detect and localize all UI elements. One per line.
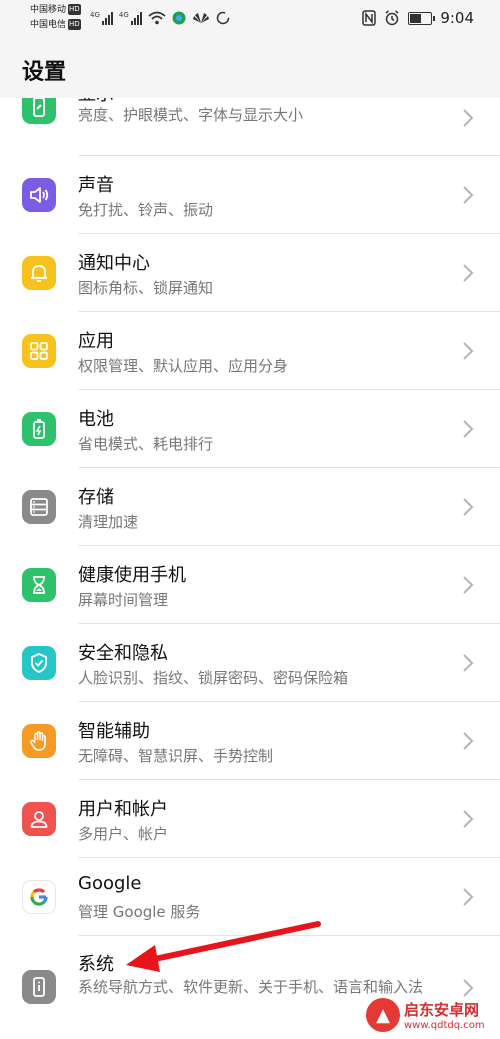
item-subtitle: 多用户、帐户 [78,825,169,843]
watermark: ▲ 启东安卓网 www.qdtdq.com [366,995,496,1035]
hd-badge: HD [68,19,81,30]
display-icon [22,98,56,124]
chevron-right-icon [463,498,474,516]
item-title: 应用 [78,331,114,352]
app-notification-icon [172,11,186,25]
settings-list[interactable]: 显示 亮度、护眼模式、字体与显示大小 声音 免打扰、铃声、振动 通知中心 图标角… [0,98,500,1039]
status-bar: 中国移动 HD 中国电信 HD 4G 4G 9:04 [0,0,500,36]
network-type-2: 4G [118,11,129,19]
bell-icon [22,256,56,290]
hand-icon [22,724,56,758]
item-subtitle: 人脸识别、指纹、锁屏密码、密码保险箱 [78,669,349,687]
loading-ring-icon [216,11,230,25]
apps-grid-icon [22,334,56,368]
settings-item-sound[interactable]: 声音 免打扰、铃声、振动 [0,156,500,234]
storage-icon [22,490,56,524]
header [0,36,500,98]
item-title: 声音 [78,175,114,196]
carrier-1: 中国移动 HD [30,4,81,16]
status-icons-left: 4G 4G [90,9,230,27]
item-subtitle: 权限管理、默认应用、应用分身 [78,357,289,375]
hourglass-icon [22,568,56,602]
item-subtitle: 管理 Google 服务 [78,903,201,921]
chevron-right-icon [463,732,474,750]
alarm-icon [385,10,399,26]
settings-item-smart-assistance[interactable]: 智能辅助 无障碍、智慧识屏、手势控制 [0,702,500,780]
settings-item-notification-center[interactable]: 通知中心 图标角标、锁屏通知 [0,234,500,312]
chevron-right-icon [463,109,474,127]
huawei-icon [192,13,209,23]
item-title: 系统 [78,954,114,975]
watermark-url: www.qdtdq.com [404,1020,485,1031]
item-title: 用户和帐户 [78,799,168,820]
chevron-right-icon [463,264,474,282]
watermark-name: 启东安卓网 [404,1001,480,1019]
phone-info-icon [22,970,56,1004]
google-icon [22,880,56,914]
chevron-right-icon [463,654,474,672]
settings-item-google[interactable]: Google 管理 Google 服务 [0,858,500,936]
network-type-1: 4G [90,11,100,19]
hd-badge: HD [68,4,81,15]
item-subtitle: 免打扰、铃声、振动 [78,201,214,219]
item-subtitle: 清理加速 [78,513,139,531]
settings-item-storage[interactable]: 存储 清理加速 [0,468,500,546]
item-title: Google [78,873,142,894]
speaker-icon [22,178,56,212]
item-subtitle: 无障碍、智慧识屏、手势控制 [78,747,274,765]
battery-charge-icon [22,412,56,446]
status-icons-right: 9:04 [362,8,474,28]
item-subtitle: 省电模式、耗电排行 [78,435,214,453]
item-subtitle: 亮度、护眼模式、字体与显示大小 [78,106,304,124]
carrier-1-label: 中国移动 [30,5,67,15]
carrier-2-label: 中国电信 [30,20,67,30]
page-title: 设置 [22,60,67,85]
item-subtitle: 图标角标、锁屏通知 [78,279,214,297]
shield-check-icon [22,646,56,680]
item-title: 安全和隐私 [78,643,168,664]
chevron-right-icon [463,342,474,360]
status-time: 9:04 [440,9,474,27]
settings-item-users-accounts[interactable]: 用户和帐户 多用户、帐户 [0,780,500,858]
chevron-right-icon [463,186,474,204]
nfc-icon [362,10,377,26]
chevron-right-icon [463,576,474,594]
signal-2-icon: 4G [119,11,142,25]
wifi-icon [148,11,166,25]
item-title: 通知中心 [78,253,150,274]
settings-item-security-privacy[interactable]: 安全和隐私 人脸识别、指纹、锁屏密码、密码保险箱 [0,624,500,702]
signal-1-icon: 4G [90,11,113,25]
chevron-right-icon [463,888,474,906]
item-title: 智能辅助 [78,721,150,742]
settings-item-digital-balance[interactable]: 健康使用手机 屏幕时间管理 [0,546,500,624]
chevron-right-icon [463,420,474,438]
chevron-right-icon [463,810,474,828]
item-subtitle: 屏幕时间管理 [78,591,169,609]
user-icon [22,802,56,836]
item-title: 健康使用手机 [78,565,186,586]
battery-icon [408,11,436,25]
settings-item-display[interactable]: 显示 亮度、护眼模式、字体与显示大小 [0,98,500,156]
settings-item-apps[interactable]: 应用 权限管理、默认应用、应用分身 [0,312,500,390]
settings-item-battery[interactable]: 电池 省电模式、耗电排行 [0,390,500,468]
item-title: 电池 [78,409,114,430]
carrier-2: 中国电信 HD [30,19,81,31]
item-title: 存储 [78,487,114,508]
watermark-logo-icon: ▲ [366,998,400,1032]
